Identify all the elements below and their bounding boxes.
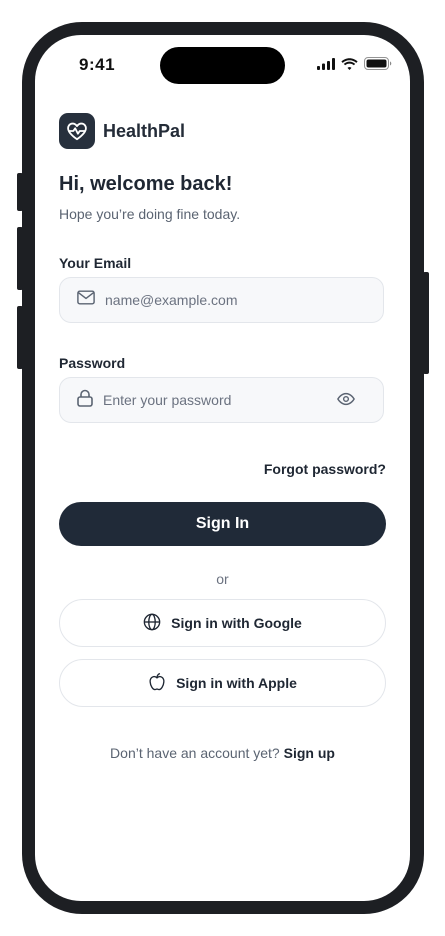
forgot-password-link[interactable]: Forgot password? xyxy=(264,461,386,477)
mail-icon xyxy=(77,290,95,310)
password-label: Password xyxy=(59,355,126,371)
page-title: Hi, welcome back! xyxy=(59,173,233,195)
volume-down-button xyxy=(17,306,23,369)
google-sign-in-label: Sign in with Google xyxy=(171,615,302,631)
password-field[interactable] xyxy=(59,377,384,423)
screen: 9:41 HealthPal Hi, welcome back! Hope yo… xyxy=(35,35,410,901)
globe-icon xyxy=(143,613,161,634)
action-button xyxy=(17,173,23,211)
brand-name: HealthPal xyxy=(103,120,186,141)
email-input[interactable] xyxy=(105,292,325,308)
email-field[interactable] xyxy=(59,277,384,323)
brand-header: HealthPal xyxy=(59,113,185,149)
wifi-icon xyxy=(341,57,358,75)
password-input[interactable] xyxy=(103,392,323,408)
signup-prompt-text: Don’t have an account yet? xyxy=(110,745,280,761)
status-time: 9:41 xyxy=(79,55,116,74)
battery-icon xyxy=(364,57,392,75)
sign-in-button[interactable]: Sign In xyxy=(59,502,386,546)
google-sign-in-button[interactable]: Sign in with Google xyxy=(59,599,386,647)
signup-link[interactable]: Sign up xyxy=(284,745,335,761)
signup-prompt: Don’t have an account yet? Sign up xyxy=(35,745,410,761)
power-button xyxy=(423,272,429,374)
apple-sign-in-label: Sign in with Apple xyxy=(176,675,297,691)
lock-icon xyxy=(77,389,93,412)
status-bar: 9:41 xyxy=(35,35,410,95)
page-subtitle: Hope you’re doing fine today. xyxy=(59,206,241,222)
eye-icon[interactable] xyxy=(337,392,355,411)
signal-icon xyxy=(317,57,335,75)
status-icons xyxy=(317,57,392,75)
email-label: Your Email xyxy=(59,255,132,271)
apple-icon xyxy=(148,672,166,694)
divider-text: or xyxy=(216,571,229,587)
apple-sign-in-button[interactable]: Sign in with Apple xyxy=(59,659,386,707)
dynamic-island xyxy=(160,47,285,84)
heart-pulse-icon xyxy=(59,113,95,149)
volume-up-button xyxy=(17,227,23,290)
